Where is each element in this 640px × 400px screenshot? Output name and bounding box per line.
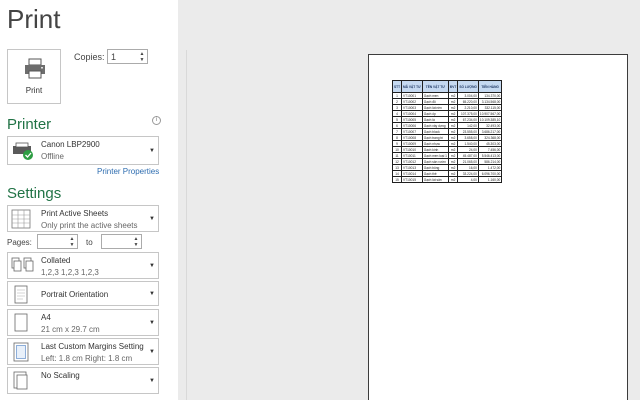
table-cell: 1.160,00 [477,176,503,183]
table-cell: VT10015 [401,176,423,183]
table-header-row: STT MÃ VẬT TƯ TÊN VẬT TƯ ĐVT SỐ LƯỢNG TI… [391,80,503,93]
table-cell: 4,00 [457,176,479,183]
decrement-arrow-icon[interactable]: ▼ [138,57,146,63]
table-cell: Gạch lát sân [421,176,449,183]
collated-pages-icon [11,257,34,272]
pages-to-label: to [86,238,93,247]
paper-size-icon [14,313,28,332]
margins-subtitle: Left: 1.8 cm Right: 1.8 cm [41,354,133,363]
collation-subtitle: 1,2,3 1,2,3 1,2,3 [41,268,99,277]
print-what-dropdown[interactable]: Print Active Sheets Only print the activ… [7,205,159,232]
pages-to-input[interactable]: ▲ ▼ [101,234,142,249]
orientation-dropdown[interactable]: Portrait Orientation ▼ [7,281,159,306]
dropdown-arrow-icon: ▼ [149,216,155,222]
decrement-arrow-icon[interactable]: ▼ [132,242,140,248]
scaling-title: No Scaling [41,371,80,380]
print-button-label: Print [25,86,43,95]
print-button[interactable]: Print [7,49,61,104]
margins-title: Last Custom Margins Setting [41,342,144,351]
table-cell: m2 [447,176,459,183]
printer-status: Offline [41,152,64,161]
dropdown-arrow-icon: ▼ [149,263,155,269]
paper-size-subtitle: 21 cm x 29.7 cm [41,325,100,334]
paper-size-title: A4 [41,313,51,322]
print-settings-panel: Print Print Copies: 1 ▲ ▼ Printer i Cano… [0,0,178,400]
info-icon[interactable]: i [152,116,161,125]
printer-icon [25,58,45,79]
copies-value: 1 [111,52,117,62]
dropdown-arrow-icon: ▼ [149,378,155,384]
header-cell: SỐ LƯỢNG [457,80,479,93]
decrement-arrow-icon[interactable]: ▼ [68,242,76,248]
preview-table-body: 1 VT10001 Gạch men m2 3.004,00 134.370,00 2 VT1… [391,92,503,183]
printer-name: Canon LBP2900 [41,140,100,149]
table-row: 15 VT10015 Gạch lát sân m2 4,00 1.160,00 [391,176,503,183]
print-what-subtitle: Only print the active sheets [41,221,138,230]
preview-page: STT MÃ VẬT TƯ TÊN VẬT TƯ ĐVT SỐ LƯỢNG TI… [368,54,628,400]
collation-title: Collated [41,256,71,265]
settings-heading: Settings [7,185,62,202]
sheet-grid-icon [11,209,31,229]
paper-size-dropdown[interactable]: A4 21 cm x 29.7 cm ▼ [7,309,159,336]
printer-heading: Printer [7,116,52,133]
scaling-page-icon [13,371,28,390]
printer-properties-link[interactable]: Printer Properties [97,167,159,176]
page-title: Print [7,4,61,34]
pages-from-input[interactable]: ▲ ▼ [37,234,78,249]
dropdown-arrow-icon: ▼ [149,148,155,154]
preview-table: STT MÃ VẬT TƯ TÊN VẬT TƯ ĐVT SỐ LƯỢNG TI… [391,80,503,183]
print-preview-area: STT MÃ VẬT TƯ TÊN VẬT TƯ ĐVT SỐ LƯỢNG TI… [178,0,640,400]
header-cell: TIỀN HÀNG [477,80,503,93]
dropdown-arrow-icon: ▼ [149,349,155,355]
printer-dropdown[interactable]: Canon LBP2900 Offline ▼ [7,136,159,165]
header-cell: MÃ VẬT TƯ [401,80,423,93]
orientation-title: Portrait Orientation [41,290,109,299]
header-cell: TÊN VẬT TƯ [421,80,449,93]
scaling-dropdown[interactable]: No Scaling ▼ [7,367,159,394]
copies-stepper[interactable]: 1 ▲ ▼ [107,49,148,64]
collation-dropdown[interactable]: Collated 1,2,3 1,2,3 1,2,3 ▼ [7,252,159,279]
print-what-title: Print Active Sheets [41,209,109,218]
margins-dropdown[interactable]: Last Custom Margins Setting Left: 1.8 cm… [7,338,159,365]
panel-divider [186,50,187,400]
portrait-page-icon [14,285,28,304]
header-cell: STT [391,80,403,93]
dropdown-arrow-icon: ▼ [149,320,155,326]
copies-label: Copies: [74,52,105,62]
dropdown-arrow-icon: ▼ [149,291,155,297]
margins-icon [13,342,29,362]
printer-ready-icon [13,142,33,160]
table-cell: 15 [391,176,403,183]
header-cell: ĐVT [447,80,459,93]
pages-label: Pages: [7,238,32,247]
